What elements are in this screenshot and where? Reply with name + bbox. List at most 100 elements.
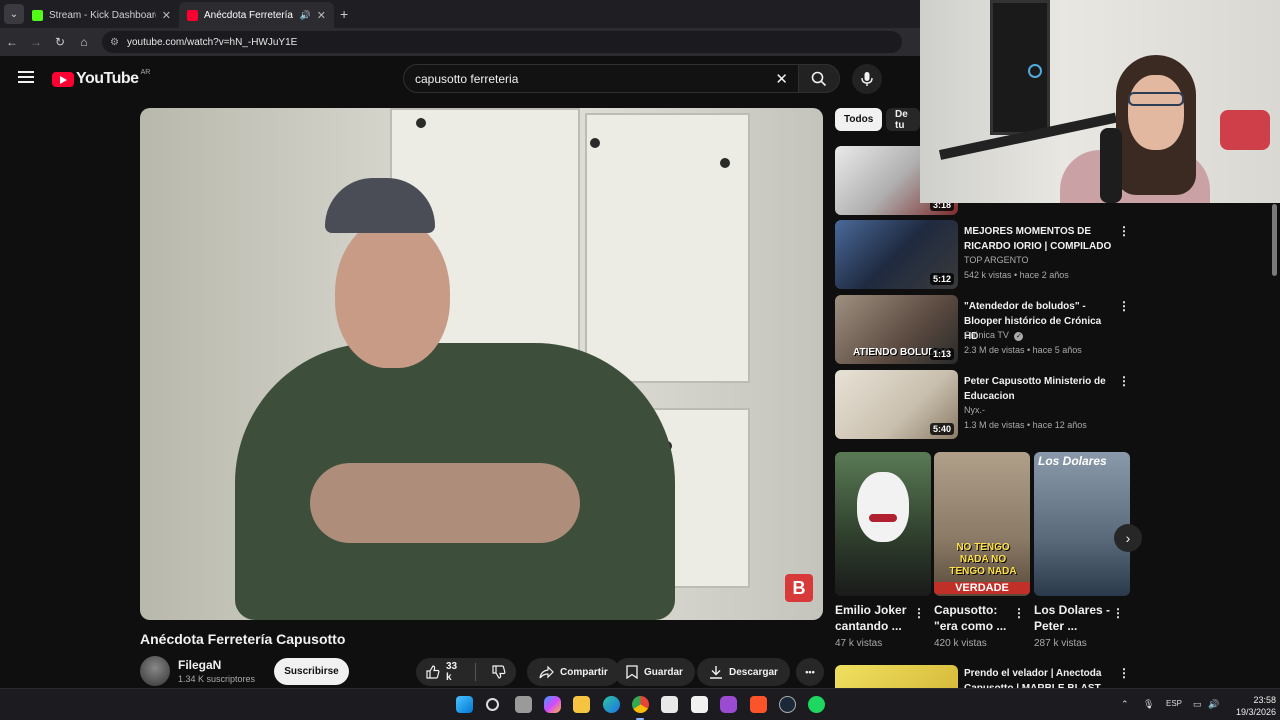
search-input[interactable]: capusotto ferreteria ✕ <box>403 64 799 93</box>
site-info-icon[interactable]: ⚙ <box>110 37 119 48</box>
kebab-menu-icon[interactable]: ⋮ <box>1118 666 1130 680</box>
youtube-favicon-icon <box>187 9 198 21</box>
windows-start-icon[interactable] <box>456 696 473 713</box>
save-button[interactable]: Guardar <box>614 658 695 686</box>
kebab-menu-icon[interactable]: ⋮ <box>1118 224 1130 238</box>
search-icon <box>811 71 827 86</box>
like-button[interactable]: 33 k <box>416 658 469 686</box>
reload-icon[interactable]: ↻ <box>48 35 72 49</box>
video-title[interactable]: MEJORES MOMENTOS DE RICARDO IORIO | COMP… <box>964 224 1114 254</box>
download-icon <box>710 666 722 679</box>
short-thumbnail[interactable]: NO TENGO NADA NO TENGO NADA VERDADE <box>934 452 1030 596</box>
more-actions-button[interactable]: ••• <box>796 658 824 686</box>
channel-name[interactable]: TOP ARGENTO <box>964 255 1029 265</box>
task-view-icon[interactable] <box>515 696 532 713</box>
video-thumbnail[interactable]: ATIENDO BOLUDOS 1:13 <box>835 295 958 364</box>
channel-name[interactable]: Nyx.- <box>964 405 985 415</box>
thumbs-down-icon <box>492 665 506 679</box>
short-views: 420 k vistas <box>934 638 987 649</box>
short-thumbnail[interactable] <box>835 452 931 596</box>
chevron-up-icon[interactable]: ⌃ <box>1121 699 1129 710</box>
short-thumbnail[interactable]: Los Dolares <box>1034 452 1130 596</box>
short-title[interactable]: Los Dolares - Peter ... <box>1034 602 1116 634</box>
video-meta: 1.3 M de vistas • hace 12 años <box>964 420 1087 430</box>
copilot-icon[interactable] <box>544 696 561 713</box>
language-indicator[interactable]: ESP <box>1166 699 1182 708</box>
steam-icon[interactable] <box>779 696 796 713</box>
voice-search-button[interactable] <box>852 64 882 94</box>
tab-title: Anécdota Ferretería Capusotto <box>204 9 296 21</box>
youtube-header: YouTube AR capusotto ferreteria ✕ <box>0 56 920 102</box>
capcut-icon[interactable] <box>691 696 708 713</box>
video-thumbnail[interactable] <box>835 665 958 688</box>
recommendation-item[interactable]: ATIENDO BOLUDOS 1:13 "Atendedor de bolud… <box>835 295 1135 365</box>
video-thumbnail[interactable]: 5:12 <box>835 220 958 289</box>
scrollbar-thumb[interactable] <box>1272 204 1277 276</box>
system-clock[interactable]: 23:58 19/3/2026 <box>1236 694 1276 718</box>
kick-favicon-icon <box>32 9 43 21</box>
share-icon <box>539 665 554 678</box>
clock-date: 19/3/2026 <box>1236 707 1277 717</box>
home-icon[interactable]: ⌂ <box>72 35 96 49</box>
store-icon[interactable] <box>661 696 678 713</box>
spotify-icon[interactable] <box>808 696 825 713</box>
subscribe-button[interactable]: Suscribirse <box>274 658 349 685</box>
short-title[interactable]: Capusotto: "era como ... <box>934 602 1016 634</box>
kebab-menu-icon[interactable]: ⋮ <box>1112 606 1124 620</box>
menu-icon[interactable] <box>18 71 34 83</box>
kebab-menu-icon[interactable]: ⋮ <box>1118 299 1130 313</box>
download-button[interactable]: Descargar <box>697 658 790 686</box>
back-icon[interactable]: ← <box>0 35 24 49</box>
audio-playing-icon[interactable]: 🔊 <box>300 10 311 21</box>
youtube-logo[interactable]: YouTube AR <box>52 68 151 88</box>
channel-avatar[interactable] <box>140 656 170 686</box>
bookmark-icon <box>626 665 638 679</box>
new-tab-button[interactable]: + <box>340 6 348 22</box>
kebab-menu-icon[interactable]: ⋮ <box>1118 374 1130 388</box>
edge-icon[interactable] <box>603 696 620 713</box>
shorts-next-button[interactable]: › <box>1114 524 1142 552</box>
video-thumbnail[interactable]: 5:40 <box>835 370 958 439</box>
file-explorer-icon[interactable] <box>573 696 590 713</box>
microphone-icon[interactable]: 🎙 <box>1143 699 1154 710</box>
brave-icon[interactable] <box>750 696 767 713</box>
channel-name[interactable]: Crónica TV ✓ <box>964 330 1024 341</box>
recommendation-item[interactable]: 5:12 MEJORES MOMENTOS DE RICARDO IORIO |… <box>835 220 1135 290</box>
tab-youtube-video[interactable]: Anécdota Ferretería Capusotto 🔊 ✕ <box>179 2 334 28</box>
like-dislike-group: 33 k <box>416 658 516 686</box>
chip-de-tu-busqueda[interactable]: De tu <box>886 108 920 131</box>
search-button[interactable] <box>798 64 840 93</box>
recommendation-item[interactable]: 5:40 Peter Capusotto Ministerio de Educa… <box>835 370 1135 440</box>
video-watermark-badge: B <box>785 574 813 602</box>
obs-icon[interactable] <box>720 696 737 713</box>
chip-todos[interactable]: Todos <box>835 108 883 131</box>
tab-search-menu-button[interactable]: ⌄ <box>4 4 24 24</box>
chevron-right-icon: › <box>1125 530 1131 546</box>
kebab-menu-icon[interactable]: ⋮ <box>913 606 925 620</box>
video-title[interactable]: Prendo el velador | Anectoda Capusotto |… <box>964 666 1114 688</box>
search-query: capusotto ferreteria <box>415 71 519 86</box>
forward-icon[interactable]: → <box>24 35 48 49</box>
chrome-icon[interactable] <box>632 696 649 713</box>
share-button[interactable]: Compartir <box>527 658 620 686</box>
clear-search-icon[interactable]: ✕ <box>775 70 788 88</box>
kebab-menu-icon[interactable]: ⋮ <box>1013 606 1025 620</box>
video-title[interactable]: Peter Capusotto Ministerio de Educacion <box>964 374 1114 404</box>
display-icon[interactable]: ▭ <box>1193 699 1202 710</box>
tab-title: Stream - Kick Dashboard <box>49 9 156 21</box>
tab-kick-dashboard[interactable]: Stream - Kick Dashboard ✕ <box>24 2 179 28</box>
webcam-overlay <box>920 0 1280 203</box>
tab-close-icon[interactable]: ✕ <box>317 9 326 22</box>
search-icon[interactable] <box>486 698 499 711</box>
channel-name[interactable]: FilegaN <box>178 658 221 672</box>
tab-close-icon[interactable]: ✕ <box>162 9 171 22</box>
video-player[interactable]: B <box>140 108 823 620</box>
volume-icon[interactable]: 🔊 <box>1208 699 1219 710</box>
short-caption: NO TENGO NADA NO TENGO NADA <box>949 542 1017 577</box>
address-bar[interactable]: ⚙ youtube.com/watch?v=hN_-HWJuY1E <box>102 31 902 53</box>
country-code: AR <box>140 68 151 76</box>
dislike-button[interactable] <box>482 658 516 686</box>
like-count: 33 k <box>446 661 458 683</box>
short-title[interactable]: Emilio Joker cantando ... <box>835 602 917 634</box>
recommendation-item[interactable]: Prendo el velador | Anectoda Capusotto |… <box>835 665 1135 688</box>
